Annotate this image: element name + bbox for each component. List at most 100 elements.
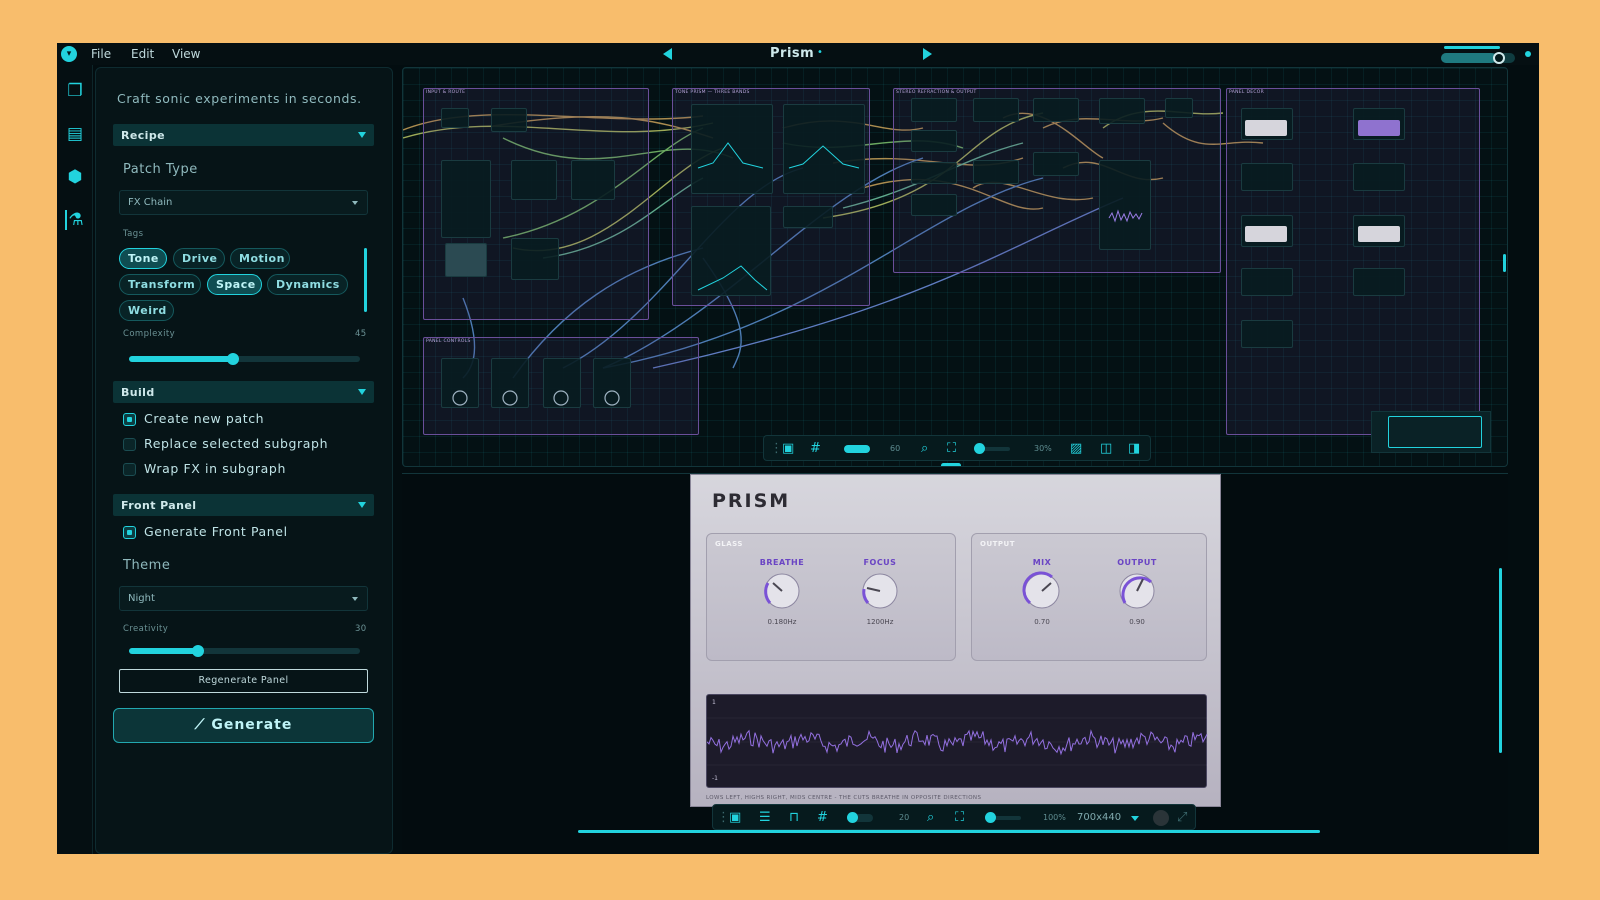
build-section-header[interactable]: Build	[113, 381, 374, 403]
graph-scrollbar[interactable]	[1503, 254, 1506, 272]
tag-chip-motion[interactable]: Motion	[230, 248, 290, 269]
chevron-down-icon	[352, 597, 358, 601]
volume-fill	[1441, 53, 1496, 63]
menu-edit[interactable]: Edit	[131, 47, 154, 61]
front-panel-title: PRISM	[712, 490, 791, 512]
grid-size-value: 60	[890, 444, 901, 453]
regenerate-panel-button[interactable]: Regenerate Panel	[119, 669, 368, 693]
breathe-knob[interactable]	[762, 571, 802, 611]
image-icon[interactable]: ▨	[1070, 441, 1082, 457]
grid-toggle-knob[interactable]	[847, 812, 858, 823]
document-icon[interactable]: ▣	[782, 441, 794, 457]
minimap-viewport[interactable]	[1388, 416, 1482, 448]
output-value: 0.90	[1129, 618, 1145, 626]
expand-icon[interactable]: ⤢	[1177, 810, 1187, 826]
replace-subgraph-label[interactable]: Replace selected subgraph	[144, 436, 328, 451]
chevron-down-icon	[358, 502, 366, 508]
files-icon[interactable]: ❐	[65, 81, 85, 101]
glass-section: GLASS BREATHE 0.180Hz FOCUS 1200Hz	[706, 533, 956, 661]
chevron-down-icon	[358, 389, 366, 395]
app-logo-icon[interactable]: ▾	[61, 46, 77, 62]
theme-label: Theme	[123, 558, 171, 573]
patch-type-select[interactable]: FX Chain	[119, 190, 368, 215]
tag-chip-transform[interactable]: Transform	[119, 274, 201, 295]
wrap-fx-label[interactable]: Wrap FX in subgraph	[144, 461, 286, 476]
grid-snap-icon[interactable]: #	[810, 441, 821, 457]
tag-chip-space[interactable]: Space	[207, 274, 262, 295]
tag-chip-tone[interactable]: Tone	[119, 248, 167, 269]
next-patch-icon[interactable]	[923, 48, 932, 60]
complexity-slider[interactable]	[129, 353, 360, 365]
zoom-value: 100%	[1043, 813, 1066, 822]
complexity-value: 45	[355, 329, 367, 339]
tag-chip-dynamics[interactable]: Dynamics	[267, 274, 348, 295]
split-view-icon[interactable]: ◫	[1100, 441, 1112, 457]
tag-chip-weird[interactable]: Weird	[119, 300, 174, 321]
wrap-fx-checkbox[interactable]	[123, 463, 136, 476]
sidebar-toggle-icon[interactable]: ◨	[1128, 441, 1140, 457]
front-panel-section-header[interactable]: Front Panel	[113, 494, 374, 516]
focus-label: FOCUS	[863, 558, 897, 567]
sidebar-tagline: Craft sonic experiments in seconds.	[117, 91, 362, 106]
breathe-label: BREATHE	[759, 558, 805, 567]
front-panel-caption: LOWS LEFT, HIGHS RIGHT, MIDS CENTRE - TH…	[706, 795, 982, 801]
grid-snap-icon[interactable]: #	[817, 810, 828, 826]
list-icon[interactable]: ☰	[759, 810, 771, 826]
create-new-patch-radio[interactable]	[123, 413, 136, 426]
replace-subgraph-radio[interactable]	[123, 438, 136, 451]
focus-knob[interactable]	[860, 571, 900, 611]
zoom-slider-knob[interactable]	[974, 443, 985, 454]
patch-graph-canvas[interactable]: INPUT & ROUTE TONE PRISM — THREE BANDS S…	[402, 67, 1508, 467]
generator-sidebar: Craft sonic experiments in seconds. Reci…	[95, 67, 393, 854]
creativity-slider-fill	[129, 648, 199, 654]
document-icon[interactable]: ▣	[729, 810, 741, 826]
theme-select[interactable]: Night	[119, 586, 368, 611]
graph-minimap[interactable]	[1371, 411, 1491, 453]
breathe-value: 0.180Hz	[767, 618, 797, 626]
generate-front-panel-checkbox[interactable]	[123, 526, 136, 539]
recipe-section-header[interactable]: Recipe	[113, 124, 374, 146]
creativity-slider-knob[interactable]	[192, 645, 205, 657]
zoom-value: 30%	[1034, 444, 1052, 453]
scope-waveform	[707, 717, 1208, 766]
menu-view[interactable]: View	[172, 47, 200, 61]
complexity-label: Complexity	[123, 329, 176, 339]
mix-label: MIX	[1032, 558, 1052, 567]
volume-knob[interactable]	[1493, 52, 1505, 64]
chevron-down-icon[interactable]	[1131, 816, 1139, 821]
generate-button[interactable]: ⟋ Generate	[113, 708, 374, 743]
create-new-patch-label[interactable]: Create new patch	[144, 411, 264, 426]
focus-value: 1200Hz	[866, 618, 894, 626]
zoom-icon[interactable]: ⌕	[921, 441, 928, 457]
zoom-icon[interactable]: ⌕	[927, 810, 934, 826]
generate-front-panel-label[interactable]: Generate Front Panel	[144, 524, 288, 539]
panel-scrollbar[interactable]	[1499, 568, 1502, 753]
lock-icon[interactable]: ⊓	[789, 810, 799, 826]
splitter-handle[interactable]	[941, 463, 961, 466]
unsaved-indicator: •	[817, 47, 823, 58]
output-knob[interactable]	[1117, 571, 1157, 611]
front-panel-preview-area: PRISM GLASS BREATHE 0.180Hz FOCUS 1200Hz	[402, 473, 1508, 854]
creativity-slider[interactable]	[129, 645, 360, 657]
horizontal-scrollbar[interactable]	[578, 830, 1320, 833]
fit-view-icon[interactable]: ⛶	[947, 441, 956, 457]
chevron-down-icon	[352, 201, 358, 205]
zoom-slider-knob[interactable]	[985, 812, 996, 823]
menu-file[interactable]: File	[91, 47, 111, 61]
panel-size-value[interactable]: 700x440	[1077, 812, 1121, 823]
fit-view-icon[interactable]: ⛶	[955, 810, 964, 826]
tags-scrollbar[interactable]	[364, 248, 367, 312]
grid-size-value: 20	[899, 813, 910, 822]
complexity-slider-knob[interactable]	[226, 353, 239, 365]
cube-icon[interactable]: ⬢	[65, 167, 85, 187]
lab-flask-icon[interactable]: ⚗	[65, 210, 85, 230]
patch-type-value: FX Chain	[128, 197, 173, 208]
modules-icon[interactable]: ▤	[65, 124, 85, 144]
creativity-label: Creativity	[123, 624, 169, 634]
previous-patch-icon[interactable]	[663, 48, 672, 60]
color-swatch[interactable]	[1153, 810, 1169, 826]
grid-toggle[interactable]	[844, 445, 870, 453]
mix-knob[interactable]	[1022, 571, 1062, 611]
master-volume-slider[interactable]	[1441, 45, 1517, 64]
tag-chip-drive[interactable]: Drive	[173, 248, 225, 269]
